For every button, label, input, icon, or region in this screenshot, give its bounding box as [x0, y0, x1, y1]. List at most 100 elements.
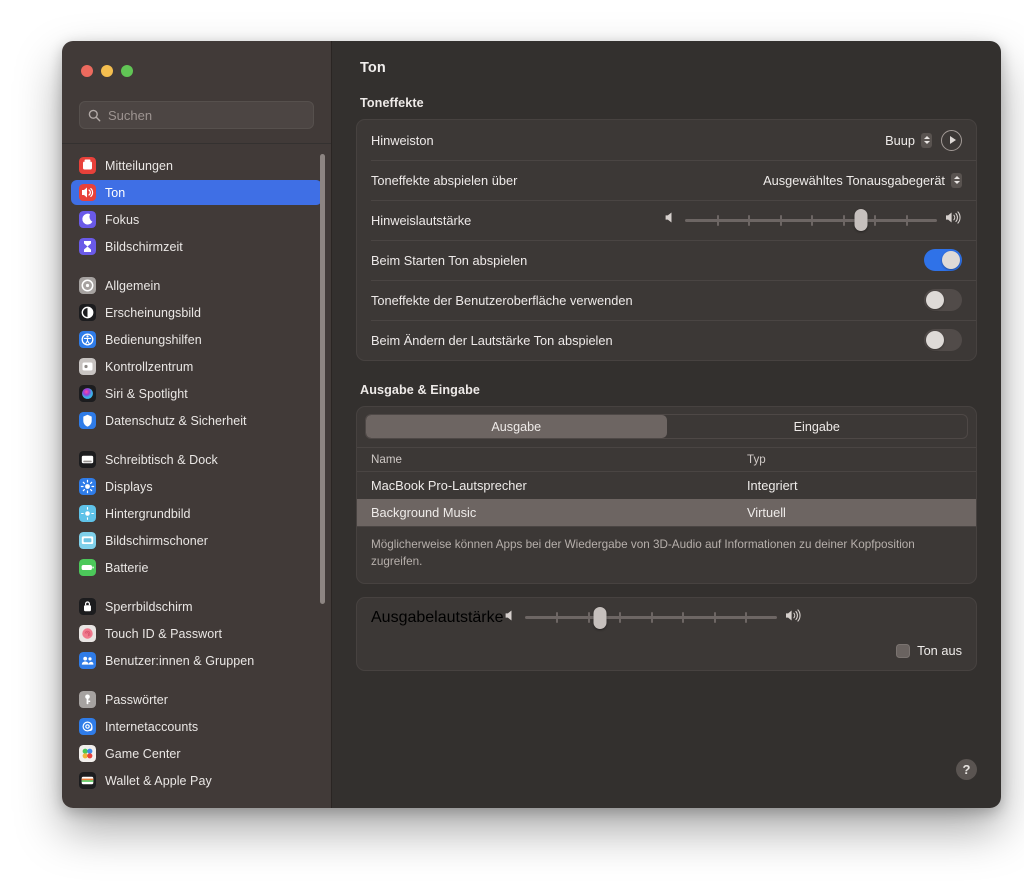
lock-screen-icon [79, 598, 96, 615]
sidebar-item-label: Erscheinungsbild [105, 306, 201, 320]
sidebar-item-allgemein[interactable]: Allgemein [71, 273, 322, 298]
volume-change-sound-toggle[interactable] [924, 329, 962, 351]
system-settings-window: MitteilungenTonFokusBildschirmzeitAllgem… [62, 41, 1001, 808]
sidebar-item-siri-spotlight[interactable]: Siri & Spotlight [71, 381, 322, 406]
table-row[interactable]: Background MusicVirtuell [357, 499, 976, 526]
ui-sound-effects-row: Toneffekte der Benutzeroberfläche verwen… [357, 280, 976, 320]
sidebar-item-batterie[interactable]: Batterie [71, 555, 322, 580]
alert-volume-slider[interactable] [685, 210, 937, 230]
sidebar-item-game-center[interactable]: Game Center [71, 741, 322, 766]
sidebar-scrollbar-thumb[interactable] [320, 154, 325, 604]
speaker-low-icon [664, 211, 677, 229]
sidebar-group-1: Allgemein Erscheinungsbild Bedienungshilfe… [71, 273, 322, 433]
play-through-value: Ausgewähltes Tonausgabegerät [763, 173, 945, 188]
screentime-icon [79, 238, 96, 255]
output-volume-slider[interactable] [525, 608, 777, 628]
sidebar-item-schreibtisch-dock[interactable]: Schreibtisch & Dock [71, 447, 322, 472]
passwords-icon [79, 691, 96, 708]
sidebar-item-displays[interactable]: Displays [71, 474, 322, 499]
close-button[interactable] [81, 65, 93, 77]
sidebar-item-bedienungshilfen[interactable]: Bedienungshilfen [71, 327, 322, 352]
slider-tick [745, 612, 747, 623]
sidebar-item-label: Siri & Spotlight [105, 387, 188, 401]
tab-eingabe[interactable]: Eingabe [667, 415, 968, 438]
slider-tick [811, 215, 813, 226]
sidebar-item-label: Bildschirmzeit [105, 240, 183, 254]
users-groups-icon [79, 652, 96, 669]
sidebar-item-label: Touch ID & Passwort [105, 627, 222, 641]
desktop-dock-icon [79, 451, 96, 468]
column-header-name[interactable]: Name [371, 453, 747, 466]
sidebar-item-internetaccounts[interactable]: Internetaccounts [71, 714, 322, 739]
output-volume-label: Ausgabelautstärke [371, 609, 504, 627]
sidebar-item-touch-id-passwort[interactable]: Touch ID & Passwort [71, 621, 322, 646]
output-volume-row: Ausgabelautstärke [357, 598, 976, 638]
slider-tick [717, 215, 719, 226]
startup-sound-row: Beim Starten Ton abspielen [357, 240, 976, 280]
help-button[interactable]: ? [956, 759, 977, 780]
tab-ausgabe[interactable]: Ausgabe [366, 415, 667, 438]
sidebar-item-ton[interactable]: Ton [71, 180, 322, 205]
toggle-knob [942, 251, 960, 269]
device-name-cell: MacBook Pro-Lautsprecher [371, 478, 747, 493]
sidebar-item-benutzer-innen-gruppen[interactable]: Benutzer:innen & Gruppen [71, 648, 322, 673]
minimize-button[interactable] [101, 65, 113, 77]
output-input-card: Ausgabe Eingabe Name Typ MacBook Pro-Lau… [356, 406, 977, 584]
privacy-icon [79, 412, 96, 429]
sidebar-item-datenschutz-sicherheit[interactable]: Datenschutz & Sicherheit [71, 408, 322, 433]
slider-tick [843, 215, 845, 226]
search-icon [88, 109, 101, 122]
startup-sound-toggle[interactable] [924, 249, 962, 271]
sidebar-item-fokus[interactable]: Fokus [71, 207, 322, 232]
sidebar-item-label: Hintergrundbild [105, 507, 191, 521]
search-field[interactable] [79, 101, 314, 129]
sound-effects-heading: Toneffekte [356, 96, 977, 110]
sidebar-item-erscheinungsbild[interactable]: Erscheinungsbild [71, 300, 322, 325]
sidebar-item-mitteilungen[interactable]: Mitteilungen [71, 153, 322, 178]
touch-id-icon [79, 625, 96, 642]
output-input-segmented-control: Ausgabe Eingabe [365, 414, 968, 439]
device-table: Name Typ MacBook Pro-LautsprecherIntegri… [357, 447, 976, 526]
column-header-typ[interactable]: Typ [747, 453, 962, 466]
sidebar-item-label: Sperrbildschirm [105, 600, 193, 614]
ui-sound-effects-toggle[interactable] [924, 289, 962, 311]
spatial-audio-note: Möglicherweise können Apps bei der Wiede… [357, 526, 976, 583]
slider-tick [748, 215, 750, 226]
page-title: Ton [356, 41, 977, 76]
sidebar-item-wallet-apple-pay[interactable]: Wallet & Apple Pay [71, 768, 322, 793]
toggle-knob [926, 291, 944, 309]
alert-sound-popup[interactable]: Buup [885, 133, 932, 148]
internet-accounts-icon [79, 718, 96, 735]
sidebar-item-passw-rter[interactable]: Passwörter [71, 687, 322, 712]
sidebar-item-bildschirmschoner[interactable]: Bildschirmschoner [71, 528, 322, 553]
play-through-popup[interactable]: Ausgewähltes Tonausgabegerät [763, 173, 962, 188]
play-through-label: Toneffekte abspielen über [371, 173, 517, 188]
zoom-button[interactable] [121, 65, 133, 77]
sidebar-item-label: Kontrollzentrum [105, 360, 193, 374]
startup-sound-label: Beim Starten Ton abspielen [371, 253, 527, 268]
volume-change-sound-label: Beim Ändern der Lautstärke Ton abspielen [371, 333, 613, 348]
slider-tick [906, 215, 908, 226]
device-name-cell: Background Music [371, 505, 747, 520]
output-input-heading: Ausgabe & Eingabe [356, 383, 977, 397]
sidebar-item-kontrollzentrum[interactable]: Kontrollzentrum [71, 354, 322, 379]
slider-thumb[interactable] [855, 209, 868, 231]
table-body: MacBook Pro-LautsprecherIntegriertBackgr… [357, 472, 976, 526]
segmented-control-container: Ausgabe Eingabe [357, 407, 976, 439]
sidebar-scrollbar-track[interactable] [319, 144, 326, 808]
mute-checkbox[interactable] [896, 644, 910, 658]
play-alert-sound-button[interactable] [941, 130, 962, 151]
slider-thumb[interactable] [594, 607, 607, 629]
table-row[interactable]: MacBook Pro-LautsprecherIntegriert [357, 472, 976, 499]
search-input[interactable] [108, 108, 305, 123]
sidebar-item-hintergrundbild[interactable]: Hintergrundbild [71, 501, 322, 526]
wallet-icon [79, 772, 96, 789]
sidebar-item-bildschirmzeit[interactable]: Bildschirmzeit [71, 234, 322, 259]
slider-tick [874, 215, 876, 226]
alert-volume-slider-group [664, 210, 962, 230]
sidebar-item-label: Bildschirmschoner [105, 534, 208, 548]
sidebar-item-sperrbildschirm[interactable]: Sperrbildschirm [71, 594, 322, 619]
general-icon [79, 277, 96, 294]
slider-tick [588, 612, 590, 623]
device-type-cell: Integriert [747, 478, 962, 493]
